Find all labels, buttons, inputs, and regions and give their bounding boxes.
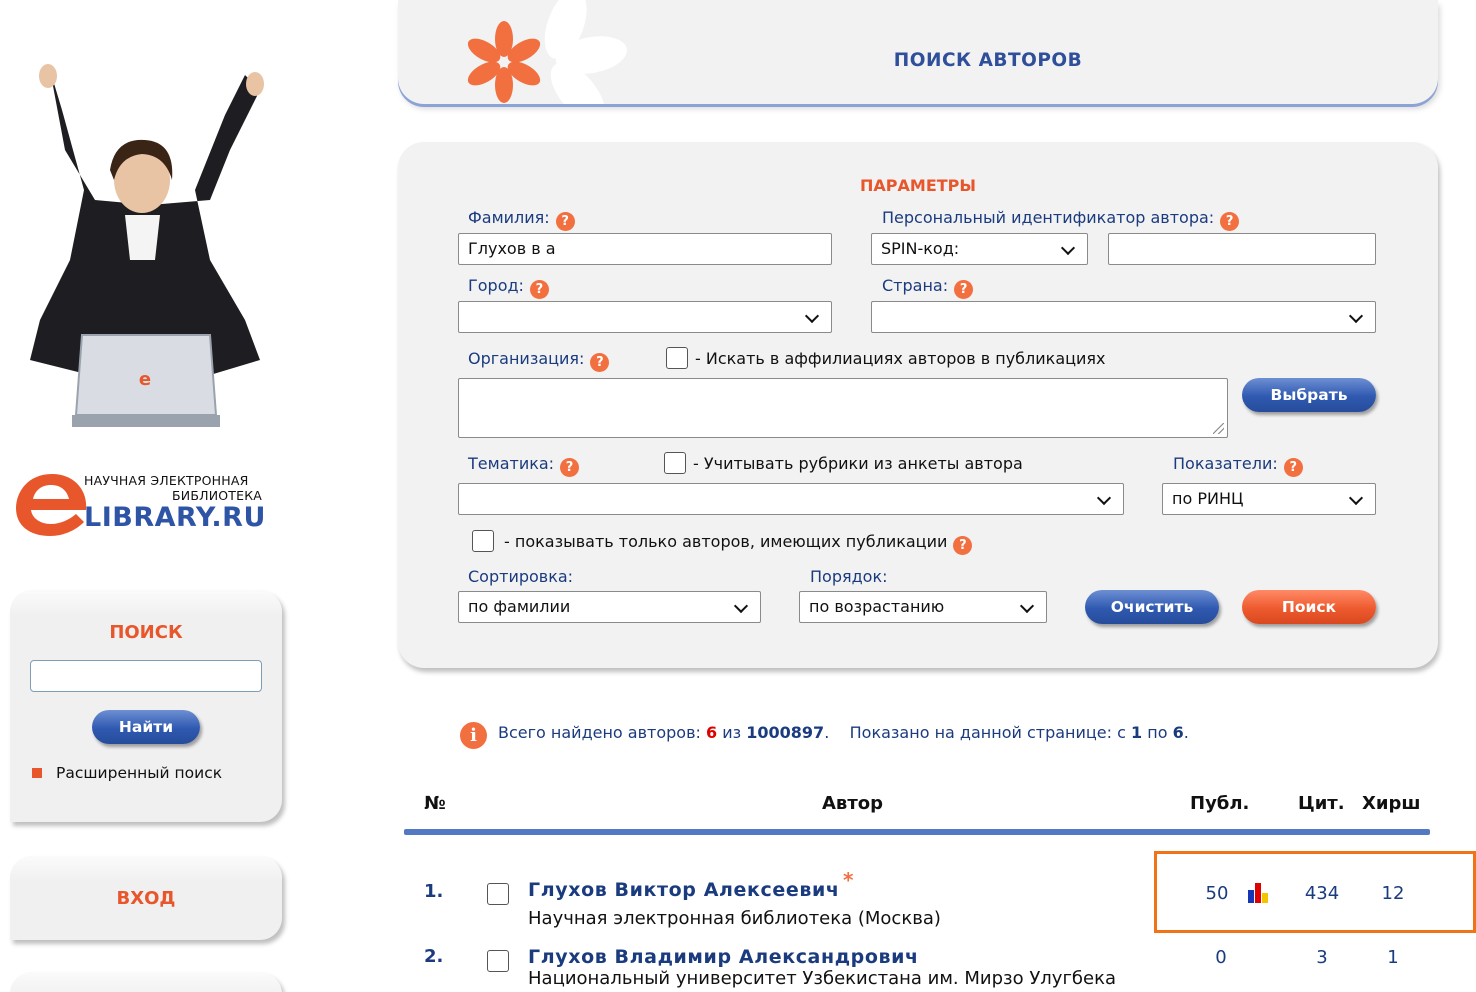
sidebar-search-input[interactable] bbox=[30, 660, 262, 692]
order-label: Порядок: bbox=[810, 567, 888, 586]
indicators-label: Показатели:? bbox=[1173, 454, 1303, 477]
only-with-publications-checkbox[interactable] bbox=[472, 530, 494, 552]
sidebar-login-panel[interactable]: ВХОД bbox=[10, 856, 282, 940]
found-count: 6 bbox=[706, 723, 718, 742]
table-header-divider bbox=[404, 829, 1430, 835]
hirsch-index: 1 bbox=[1387, 947, 1399, 968]
surname-input[interactable]: Глухов в а bbox=[458, 233, 832, 265]
organization-textarea[interactable] bbox=[458, 378, 1228, 438]
country-select[interactable] bbox=[871, 301, 1376, 333]
personal-id-label: Персональный идентификатор автора:? bbox=[882, 208, 1240, 231]
illustration-woman-laptop: e bbox=[10, 30, 290, 440]
only-with-publications-help-icon[interactable]: ? bbox=[953, 536, 973, 555]
choose-organization-button[interactable]: Выбрать bbox=[1242, 378, 1376, 412]
search-button[interactable]: Поиск bbox=[1242, 590, 1376, 624]
sidebar-search-title: ПОИСК bbox=[109, 622, 183, 643]
city-help-icon[interactable]: ? bbox=[529, 280, 549, 299]
column-header-cites[interactable]: Цит. bbox=[1298, 793, 1345, 814]
organization-label: Организация:? bbox=[468, 349, 610, 372]
login-link[interactable]: ВХОД bbox=[10, 888, 282, 909]
author-organization: Национальный университет Узбекистана им.… bbox=[528, 968, 1116, 989]
topic-select[interactable] bbox=[458, 483, 1124, 515]
logo-e-icon bbox=[16, 474, 87, 536]
column-header-pubs[interactable]: Публ. bbox=[1190, 793, 1249, 814]
logo-tagline-2: БИБЛИОТЕКА bbox=[172, 488, 263, 503]
logo-wordmark: LIBRARY.RU bbox=[84, 502, 266, 533]
page-header-banner: ПОИСК АВТОРОВ bbox=[398, 0, 1438, 104]
sidebar-panel-partial bbox=[10, 972, 282, 992]
left-sidebar: e НАУЧНАЯ ЭЛЕКТРОННАЯ БИБЛИОТЕКА LIBRARY… bbox=[0, 0, 300, 992]
search-parameters-panel: ПАРАМЕТРЫ Фамилия:? Глухов в а Персональ… bbox=[398, 142, 1438, 668]
surname-help-icon[interactable]: ? bbox=[555, 212, 575, 231]
use-profile-rubrics-label: - Учитывать рубрики из анкеты автора bbox=[693, 454, 1023, 473]
row-select-checkbox[interactable] bbox=[487, 883, 509, 905]
logo-tagline-1: НАУЧНАЯ ЭЛЕКТРОННАЯ bbox=[84, 473, 249, 488]
author-organization: Научная электронная библиотека (Москва) bbox=[528, 908, 941, 929]
column-header-author[interactable]: Автор bbox=[822, 793, 883, 814]
country-label: Страна:? bbox=[882, 276, 974, 299]
row-number: 2. bbox=[424, 946, 444, 967]
advanced-search-link[interactable]: Расширенный поиск bbox=[56, 764, 222, 782]
parameters-title: ПАРАМЕТРЫ bbox=[860, 176, 976, 195]
sort-label: Сортировка: bbox=[468, 567, 574, 586]
indicators-help-icon[interactable]: ? bbox=[1283, 458, 1303, 477]
personal-id-help-icon[interactable]: ? bbox=[1220, 212, 1240, 231]
publications-count-link[interactable]: 0 bbox=[1191, 947, 1251, 968]
only-with-publications-label: - показывать только авторов, имеющих пуб… bbox=[504, 532, 973, 555]
surname-label: Фамилия:? bbox=[468, 208, 575, 231]
city-select[interactable] bbox=[458, 301, 832, 333]
indicators-select[interactable]: по РИНЦ bbox=[1162, 483, 1376, 515]
citations-count-link[interactable]: 3 bbox=[1292, 947, 1352, 968]
page-title: ПОИСК АВТОРОВ bbox=[893, 50, 1083, 71]
sidebar-search-panel: ПОИСК Найти Расширенный поиск bbox=[10, 590, 282, 822]
city-label: Город:? bbox=[468, 276, 549, 299]
row-select-checkbox[interactable] bbox=[487, 950, 509, 972]
resize-grip-icon[interactable] bbox=[1213, 423, 1224, 434]
id-type-select[interactable]: SPIN-код: bbox=[871, 233, 1088, 265]
topic-label: Тематика:? bbox=[468, 454, 580, 477]
search-affiliations-label: - Искать в аффилиациях авторов в публика… bbox=[695, 349, 1106, 368]
use-profile-rubrics-checkbox[interactable] bbox=[664, 452, 686, 474]
country-help-icon[interactable]: ? bbox=[954, 280, 974, 299]
column-header-num: № bbox=[424, 793, 446, 814]
find-button[interactable]: Найти bbox=[92, 710, 200, 744]
advanced-search-bullet-icon bbox=[32, 768, 42, 778]
results-summary: Всего найдено авторов: 6 из 1000897. Пок… bbox=[498, 723, 1189, 742]
metrics-highlight-box bbox=[1154, 851, 1476, 933]
info-icon: i bbox=[460, 722, 487, 749]
author-name-link[interactable]: Глухов Виктор Алексеевич bbox=[528, 879, 840, 901]
organization-help-icon[interactable]: ? bbox=[590, 353, 610, 372]
elibrary-logo[interactable]: НАУЧНАЯ ЭЛЕКТРОННАЯ БИБЛИОТЕКА LIBRARY.R… bbox=[14, 470, 284, 540]
svg-text:e: e bbox=[139, 369, 151, 390]
topic-help-icon[interactable]: ? bbox=[560, 458, 580, 477]
row-number: 1. bbox=[424, 881, 444, 902]
search-affiliations-checkbox[interactable] bbox=[666, 347, 688, 369]
column-header-hirsch[interactable]: Хирш bbox=[1362, 793, 1421, 814]
order-select[interactable]: по возрастанию bbox=[799, 591, 1047, 623]
total-count: 1000897 bbox=[746, 723, 825, 742]
author-name-link[interactable]: Глухов Владимир Александрович bbox=[528, 946, 919, 968]
star-icon: * bbox=[843, 868, 854, 892]
clear-button[interactable]: Очистить bbox=[1085, 590, 1219, 624]
personal-id-input[interactable] bbox=[1108, 233, 1376, 265]
sort-select[interactable]: по фамилии bbox=[458, 591, 761, 623]
